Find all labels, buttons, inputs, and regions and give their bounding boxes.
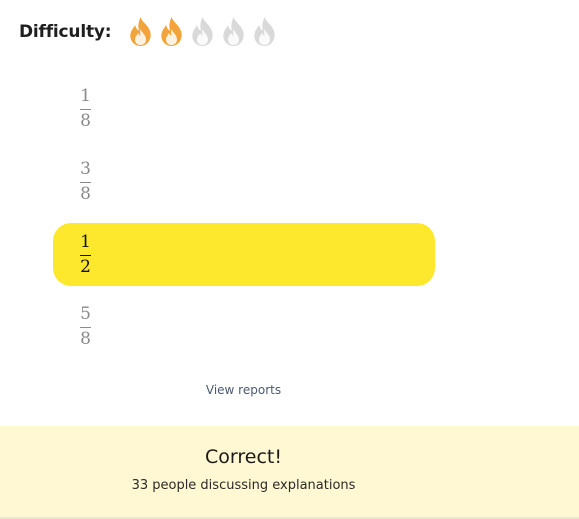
difficulty-label: Difficulty:	[19, 22, 112, 42]
difficulty-rating: Difficulty:	[19, 12, 278, 52]
question-page: Difficulty: 1 8 3 8 1 2 5 8 View reports	[0, 0, 579, 519]
difficulty-flames	[127, 16, 278, 48]
fraction-bar	[80, 108, 91, 110]
fraction-bar	[80, 254, 91, 256]
fraction-bar	[80, 326, 91, 328]
answer-option-3[interactable]: 1 2	[53, 223, 435, 286]
fraction-denominator: 8	[80, 110, 91, 131]
answer-option-2[interactable]: 3 8	[53, 150, 435, 213]
fraction-numerator: 5	[80, 303, 91, 324]
result-title: Correct!	[205, 446, 282, 468]
fraction: 3 8	[80, 158, 91, 204]
fraction-denominator: 2	[80, 256, 91, 277]
answer-option-4[interactable]: 5 8	[53, 295, 435, 358]
fraction-numerator: 3	[80, 158, 91, 179]
flame-icon	[161, 17, 183, 46]
fraction: 1 2	[80, 231, 91, 277]
fraction-denominator: 8	[80, 183, 91, 204]
fraction: 1 8	[80, 85, 91, 131]
flame-icon	[254, 17, 276, 46]
flame-icon	[192, 17, 214, 46]
fraction: 5 8	[80, 303, 91, 349]
fraction-numerator: 1	[80, 231, 91, 252]
view-reports-link[interactable]: View reports	[0, 383, 487, 397]
fraction-denominator: 8	[80, 328, 91, 349]
result-panel: Correct! 33 people discussing explanatio…	[0, 426, 579, 519]
fraction-numerator: 1	[80, 85, 91, 106]
flame-icon	[130, 17, 152, 46]
answer-option-1[interactable]: 1 8	[53, 77, 435, 140]
discussion-link[interactable]: 33 people discussing explanations	[0, 478, 487, 493]
fraction-bar	[80, 181, 91, 183]
flame-icon	[223, 17, 245, 46]
